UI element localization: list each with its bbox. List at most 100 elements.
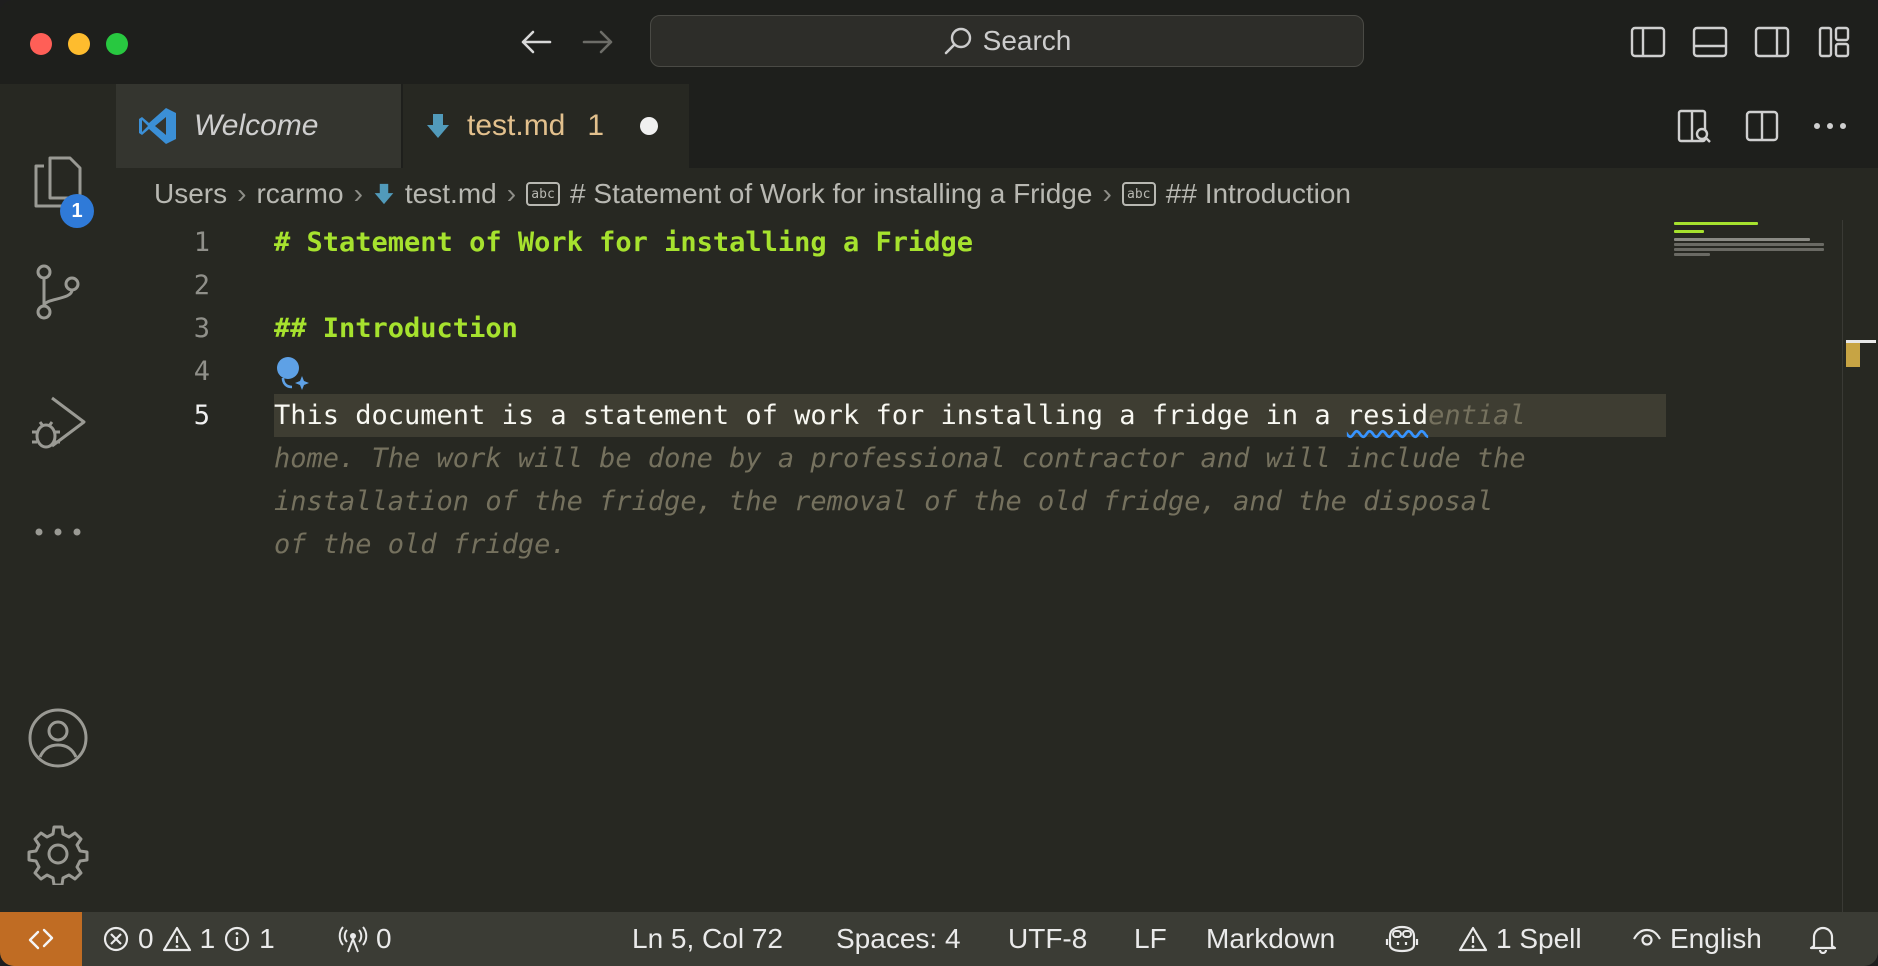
explorer-badge: 1 <box>60 194 94 228</box>
activity-bar: 1 <box>0 84 116 912</box>
error-count: 0 <box>138 923 154 954</box>
close-window-button[interactable] <box>30 33 52 55</box>
explorer-activity[interactable]: 1 <box>0 134 116 230</box>
remote-icon <box>28 928 54 950</box>
breadcrumb-file[interactable]: test.md <box>373 178 497 210</box>
unsaved-dot-icon[interactable] <box>640 117 659 135</box>
ports-indicator[interactable]: 0 <box>338 912 392 966</box>
remote-indicator-button[interactable] <box>0 912 82 966</box>
more-activities[interactable] <box>0 484 116 580</box>
account-icon <box>28 708 88 768</box>
inline-suggestion-line[interactable]: of the old fridge. <box>274 523 567 566</box>
line-number: 2 <box>193 270 210 301</box>
go-forward-button[interactable] <box>580 22 616 62</box>
code-line-current: This document is a statement of work for… <box>274 394 1526 437</box>
toggle-secondary-sidebar-button[interactable] <box>1754 22 1790 62</box>
editor-actions <box>1674 106 1850 146</box>
navigation-arrows <box>518 22 616 62</box>
typed-text: This document is a statement of work for… <box>274 400 1347 431</box>
manage-activity[interactable] <box>0 806 116 902</box>
warning-icon <box>1458 926 1488 952</box>
source-control-activity[interactable] <box>0 244 116 340</box>
cursor-position[interactable]: Ln 5, Col 72 <box>632 912 783 966</box>
tab-test-md[interactable]: test.md 1 <box>403 84 689 168</box>
breadcrumb-heading-1-label: # Statement of Work for installing a Fri… <box>570 178 1093 209</box>
inline-suggestion-line[interactable]: home. The work will be done by a profess… <box>274 437 1526 480</box>
broadcast-icon <box>338 926 368 953</box>
minimize-window-button[interactable] <box>68 33 90 55</box>
notifications-button[interactable] <box>1808 912 1838 966</box>
status-bar: 0 1 1 0 Ln 5, Col 72 Spaces: 4 UTF-8 LF … <box>0 912 1878 966</box>
source-control-icon <box>36 264 80 320</box>
spell-count: 1 Spell <box>1496 923 1582 954</box>
minimap[interactable] <box>1672 220 1832 280</box>
window-controls <box>30 33 128 55</box>
spell-check-status[interactable]: 1 Spell <box>1458 912 1582 966</box>
eol-setting[interactable]: LF <box>1134 912 1167 966</box>
accounts-activity[interactable] <box>0 690 116 786</box>
inline-suggestion-line[interactable]: installation of the fridge, the removal … <box>274 480 1493 523</box>
sidebar-right-icon <box>1754 26 1790 58</box>
line-number: 3 <box>193 313 210 344</box>
code-line-heading-2: ## Introduction <box>274 313 518 344</box>
copilot-lightbulb-icon[interactable] <box>274 354 314 394</box>
more-actions-button[interactable] <box>1810 106 1850 146</box>
tab-welcome[interactable]: Welcome <box>116 84 401 168</box>
language-mode[interactable]: Markdown <box>1206 912 1335 966</box>
breadcrumb-users[interactable]: Users <box>154 178 227 210</box>
spell-language-label: English <box>1670 923 1762 954</box>
preview-icon <box>1677 109 1711 143</box>
tab-label: test.md <box>467 109 566 142</box>
inline-suggestion[interactable]: ential <box>1428 400 1526 431</box>
arrow-right-icon <box>582 30 613 54</box>
bell-icon <box>1809 926 1837 954</box>
tab-problem-count: 1 <box>587 109 605 142</box>
encoding-setting[interactable]: UTF-8 <box>1008 912 1087 966</box>
minimap-line <box>1674 230 1704 233</box>
breadcrumb-rcarmo[interactable]: rcarmo <box>256 178 343 210</box>
ellipsis-icon <box>1814 123 1846 129</box>
search-icon <box>944 27 971 55</box>
run-debug-activity[interactable] <box>0 374 116 470</box>
breadcrumb-heading-2[interactable]: abc ## Introduction <box>1121 178 1351 210</box>
sidebar-left-icon <box>1630 26 1666 58</box>
layout-controls <box>1630 22 1852 62</box>
vscode-window: Search 1 Welcome test.md 1 Users › rcarm… <box>0 0 1878 966</box>
indentation-setting[interactable]: Spaces: 4 <box>836 912 961 966</box>
go-back-button[interactable] <box>518 22 554 62</box>
toggle-primary-sidebar-button[interactable] <box>1630 22 1666 62</box>
split-editor-icon <box>1745 110 1779 142</box>
misspelled-word[interactable]: resid <box>1347 400 1428 431</box>
breadcrumb-heading-1[interactable]: abc # Statement of Work for installing a… <box>526 178 1092 210</box>
editor-area[interactable]: 1 2 3 4 5 # Statement of Work for instal… <box>116 220 1842 912</box>
vertical-scrollbar-track[interactable] <box>1842 220 1843 912</box>
title-bar: Search <box>0 0 1878 84</box>
spell-language[interactable]: English <box>1632 912 1762 966</box>
ellipsis-icon <box>35 528 81 536</box>
line-number: 1 <box>193 227 210 258</box>
customize-layout-button[interactable] <box>1816 22 1852 62</box>
vscode-logo-icon <box>139 108 176 144</box>
gear-icon <box>27 825 89 885</box>
warning-count: 1 <box>199 923 216 954</box>
command-center-search[interactable]: Search <box>650 15 1364 67</box>
eye-icon <box>1633 928 1661 946</box>
toggle-panel-button[interactable] <box>1692 22 1728 62</box>
split-editor-button[interactable] <box>1742 106 1782 146</box>
zoom-window-button[interactable] <box>106 33 128 55</box>
run-debug-icon <box>32 396 86 449</box>
chevron-right-icon: › <box>506 178 517 209</box>
editor-tab-bar: Welcome test.md 1 <box>116 84 1878 168</box>
open-preview-button[interactable] <box>1674 106 1714 146</box>
minimap-line <box>1674 253 1710 256</box>
copilot-status-button[interactable] <box>1384 912 1420 966</box>
error-icon <box>103 926 129 952</box>
breadcrumb: Users › rcarmo › test.md › abc # Stateme… <box>154 172 1351 216</box>
markdown-file-icon <box>374 183 394 205</box>
line-number: 4 <box>193 356 210 387</box>
arrow-left-icon <box>521 30 552 54</box>
problems-indicator[interactable]: 0 1 1 <box>102 912 275 966</box>
string-symbol-icon: abc <box>1121 182 1156 206</box>
copilot-icon <box>1385 925 1419 953</box>
tab-label: Welcome <box>194 109 319 142</box>
